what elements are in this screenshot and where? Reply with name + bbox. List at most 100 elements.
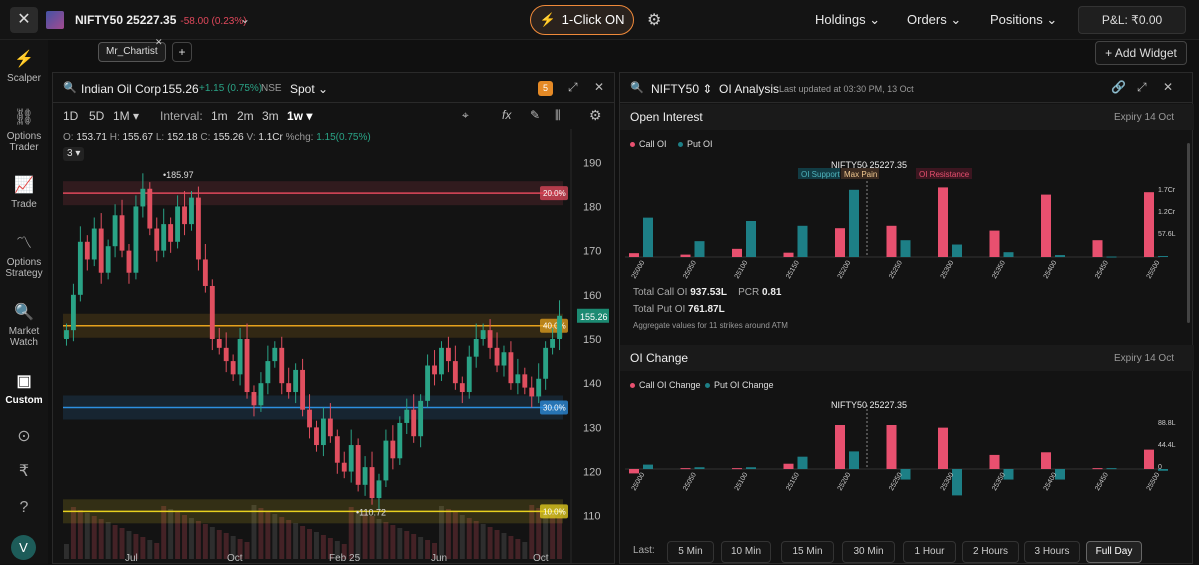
link-icon[interactable]: 🔗 <box>1111 80 1126 94</box>
play-icon[interactable]: ⊙ <box>0 427 48 450</box>
help-icon[interactable]: ? <box>0 498 48 521</box>
strike-label: 25200 <box>837 260 853 280</box>
put-bar <box>1106 256 1117 258</box>
sidebar-item-label: Options Trader <box>6 131 42 153</box>
crosshair-icon[interactable]: ⌖ <box>462 108 469 123</box>
range-1d[interactable]: 1D <box>63 109 78 123</box>
candle <box>175 206 181 242</box>
oi-updated: Last updated at 03:30 PM, 13 Oct <box>779 84 914 94</box>
candle <box>126 250 132 273</box>
watch-icon: 🔍 <box>14 304 34 321</box>
legend-call-oi: Call OI <box>630 139 667 149</box>
open-interest-chart[interactable]: NIFTY50 25227.35OI Support Max Pain OI Res… <box>620 155 1180 280</box>
search-icon[interactable]: 🔍 <box>630 81 644 94</box>
candle <box>522 374 528 388</box>
call-bar <box>680 254 691 257</box>
expand-icon[interactable]: ⤢ <box>1137 80 1147 95</box>
range-5d[interactable]: 5D <box>89 109 104 123</box>
rupee-icon[interactable]: ₹ <box>0 462 48 485</box>
volume-bar <box>411 534 417 559</box>
add-widget-button[interactable]: + Add Widget <box>1095 41 1187 65</box>
instrument-name[interactable]: Indian Oil Corp <box>81 82 161 96</box>
nav-orders[interactable]: Orders ⌄ <box>907 12 961 28</box>
volume-bar <box>397 528 403 559</box>
candle <box>168 224 174 242</box>
search-icon[interactable]: 🔍 <box>63 81 77 94</box>
time-15min[interactable]: 15 Min <box>781 541 834 563</box>
oi-symbol-select[interactable]: NIFTY50 ⇕ <box>651 82 712 96</box>
one-click-toggle[interactable]: ⚡ 1-Click ON <box>530 5 634 35</box>
time-2hours[interactable]: 2 Hours <box>962 541 1019 563</box>
time-full-day[interactable]: Full Day <box>1086 541 1142 563</box>
close-icon[interactable]: ✕ <box>594 80 604 94</box>
candle <box>133 206 139 273</box>
pnl-badge[interactable]: P&L: ₹0.00 <box>1078 6 1186 34</box>
interval-2m[interactable]: 2m <box>237 109 254 123</box>
high-marker-label: •185.97 <box>163 170 194 180</box>
candle <box>189 197 194 225</box>
time-3hours[interactable]: 3 Hours <box>1024 541 1080 563</box>
header-symbol[interactable]: NIFTY50 25227.35 -58.00 (0.23%) <box>75 13 247 27</box>
candle <box>390 440 396 459</box>
sidebar-item-custom[interactable]: ▣ Custom <box>0 372 48 406</box>
time-5min[interactable]: 5 Min <box>667 541 714 563</box>
volume-bar <box>64 544 69 559</box>
scrollbar[interactable] <box>1187 143 1190 323</box>
alert-count-badge[interactable]: 5 <box>538 81 553 96</box>
interval-1m[interactable]: 1m <box>211 109 228 123</box>
oi-change-chart[interactable]: NIFTY50 25227.35 25000 25050 25100 25150 2520… <box>620 395 1180 538</box>
sidebar: ⚡ Scalper ⛓ Options Trader 📈 Trade 〽 Options… <box>0 40 48 564</box>
range-1m[interactable]: 1M ▾ <box>113 109 139 123</box>
oi-change-expiry[interactable]: Expiry 14 Oct <box>1114 353 1174 364</box>
put-bar <box>1003 252 1014 257</box>
gear-icon[interactable]: ⚙ <box>589 107 602 124</box>
volume-bar <box>154 543 160 559</box>
time-10min[interactable]: 10 Min <box>721 541 771 563</box>
call-bar <box>1092 468 1103 470</box>
interval-1w[interactable]: 1w ▾ <box>287 109 312 123</box>
sidebar-item-options-trader[interactable]: ⛓ Options Trader <box>0 108 48 153</box>
candle-type-icon[interactable]: ⫼ <box>555 108 561 123</box>
call-bar <box>1144 449 1154 469</box>
volume-bar <box>473 521 479 559</box>
expand-icon[interactable]: ⤢ <box>568 80 578 95</box>
put-bar <box>1055 255 1065 257</box>
volume-bar <box>515 539 521 559</box>
chevron-down-icon[interactable]: ⌄ <box>240 12 250 26</box>
time-1hour[interactable]: 1 Hour <box>903 541 956 563</box>
call-bar <box>629 253 639 257</box>
gear-icon[interactable]: ⚙ <box>647 10 661 30</box>
candle <box>452 361 458 384</box>
y-tick-label: 0 <box>1158 464 1162 471</box>
close-icon[interactable]: ✕ <box>1163 80 1173 94</box>
put-bar <box>797 225 808 257</box>
price-chart[interactable]: 110 120 130 140 150 160 170 180 190 20.0% 40.0% 30.… <box>53 129 614 563</box>
avatar[interactable]: V <box>11 535 36 560</box>
segment-select[interactable]: Spot ⌄ <box>290 82 328 96</box>
sidebar-item-options-strategy[interactable]: 〽 Options Strategy <box>0 234 48 279</box>
candle <box>355 445 361 485</box>
index-logo-icon <box>46 11 64 29</box>
draw-icon[interactable]: ✎ <box>530 108 540 122</box>
strike-label: 25150 <box>785 472 801 492</box>
sidebar-item-scalper[interactable]: ⚡ Scalper <box>0 50 48 84</box>
interval-3m[interactable]: 3m <box>262 109 279 123</box>
oi-expiry[interactable]: Expiry 14 Oct <box>1114 112 1174 123</box>
time-30min[interactable]: 30 Min <box>842 541 895 563</box>
strike-label: 25050 <box>682 260 698 280</box>
close-icon[interactable]: ✕ <box>155 37 163 48</box>
nav-holdings[interactable]: Holdings ⌄ <box>815 12 880 28</box>
oi-support-label: OI Support <box>801 170 840 179</box>
candle <box>230 361 236 375</box>
nav-positions[interactable]: Positions ⌄ <box>990 12 1057 28</box>
candle <box>418 400 424 437</box>
close-button[interactable]: ✕ <box>10 7 38 33</box>
oi-header: 🔍 NIFTY50 ⇕ OI Analysis Last updated at … <box>620 73 1192 103</box>
sidebar-item-market-watch[interactable]: 🔍 Market Watch <box>0 303 48 348</box>
call-bar <box>1041 452 1051 469</box>
sidebar-item-trade[interactable]: 📈 Trade <box>0 176 48 210</box>
function-icon[interactable]: fx <box>502 108 511 122</box>
candle <box>494 347 500 366</box>
candle <box>251 392 257 406</box>
add-tab-button[interactable]: + <box>172 42 192 62</box>
